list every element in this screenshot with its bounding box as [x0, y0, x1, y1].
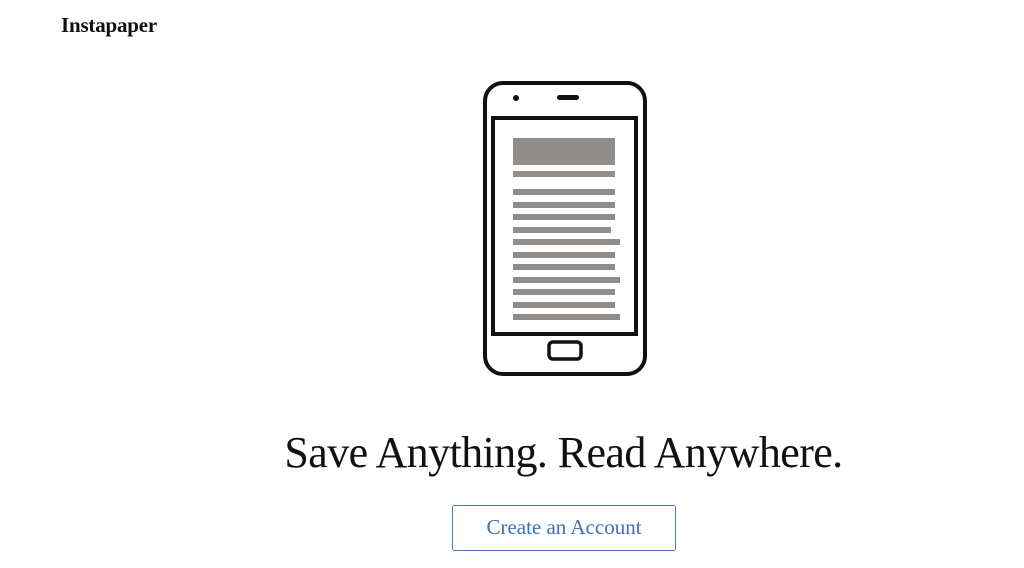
hero-headline: Save Anything. Read Anywhere.	[284, 428, 843, 477]
instapaper-logo[interactable]: Instapaper	[61, 12, 157, 38]
phone-with-article-icon	[483, 81, 647, 376]
create-account-button[interactable]: Create an Account	[452, 505, 676, 551]
